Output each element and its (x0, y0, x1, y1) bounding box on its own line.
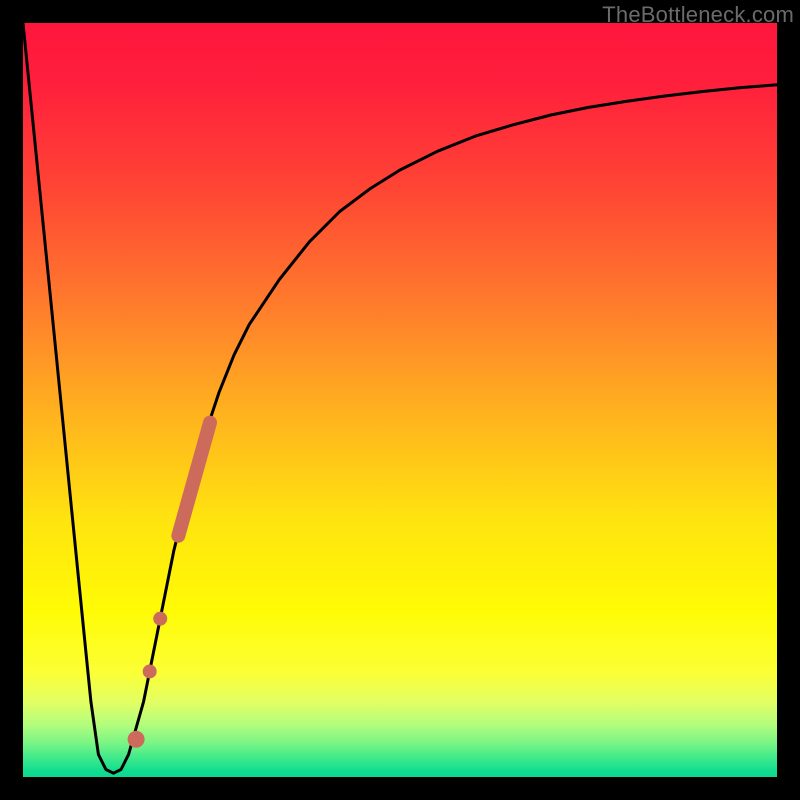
bottleneck-curve (23, 23, 777, 773)
highlight-dot (128, 731, 145, 748)
highlight-segment (178, 423, 210, 536)
highlight-dot (143, 664, 157, 678)
chart-frame: TheBottleneck.com (0, 0, 800, 800)
chart-svg (23, 23, 777, 777)
watermark-text: TheBottleneck.com (602, 2, 794, 28)
highlight-dot (153, 612, 167, 626)
